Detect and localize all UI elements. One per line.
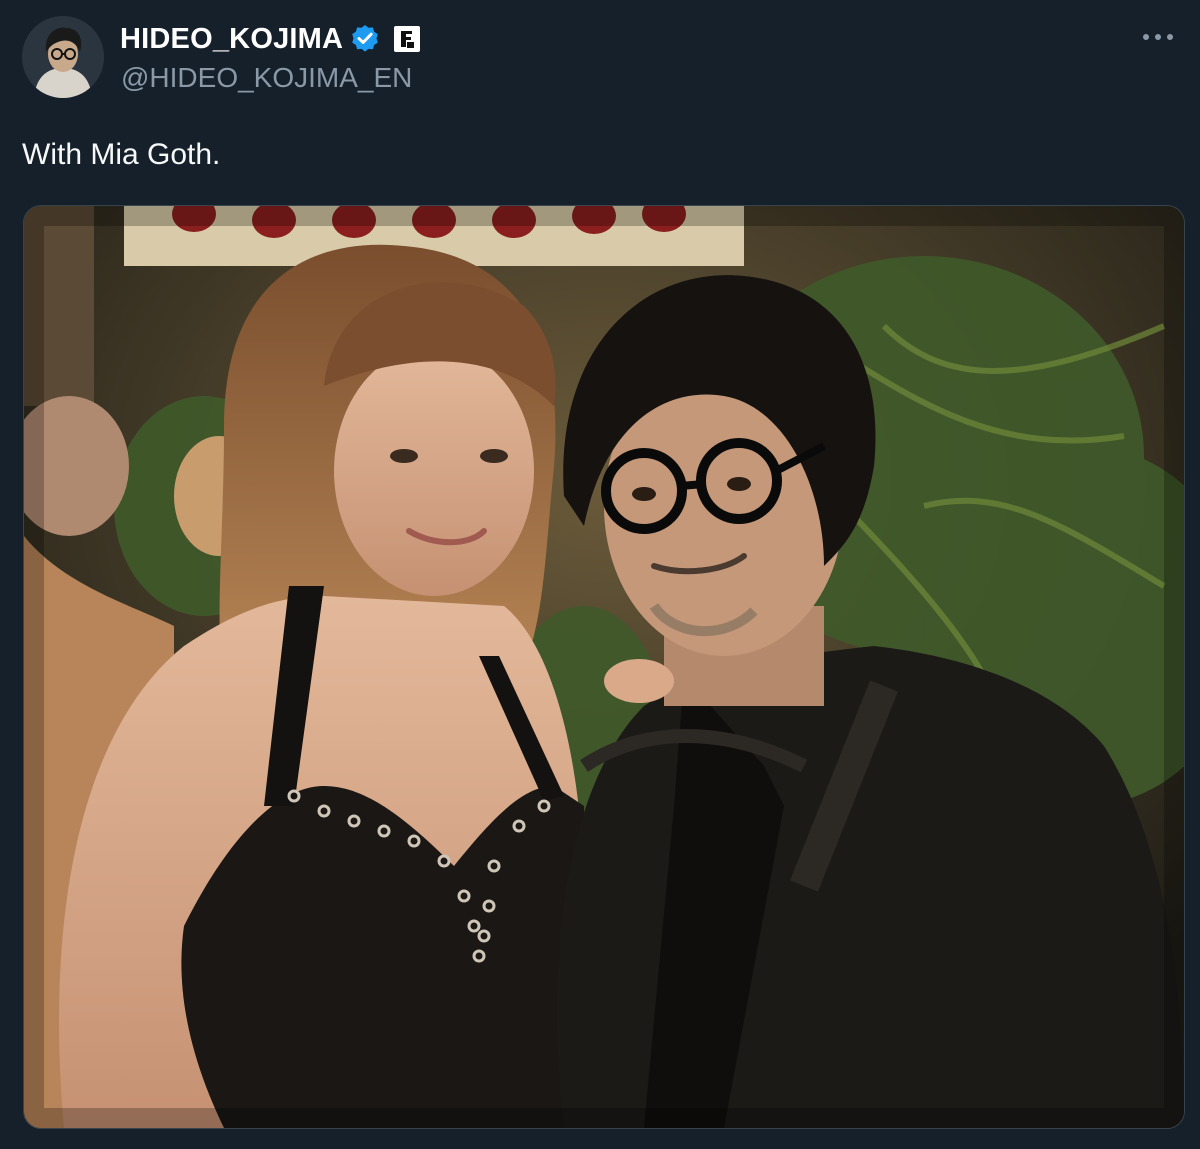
tweet-text: With Mia Goth. bbox=[22, 138, 221, 171]
affiliate-badge-icon[interactable] bbox=[393, 25, 421, 53]
author-handle[interactable]: @HIDEO_KOJIMA_EN bbox=[121, 62, 412, 94]
avatar-image bbox=[22, 16, 104, 98]
author-name-row: HIDEO_KOJIMA bbox=[120, 20, 421, 58]
author-display-name[interactable]: HIDEO_KOJIMA bbox=[120, 23, 343, 56]
author-avatar[interactable] bbox=[22, 16, 104, 98]
more-options-icon[interactable] bbox=[1138, 22, 1178, 52]
verified-badge-icon bbox=[349, 23, 381, 55]
tweet-photo[interactable] bbox=[23, 205, 1185, 1129]
photo-scene bbox=[24, 206, 1184, 1128]
